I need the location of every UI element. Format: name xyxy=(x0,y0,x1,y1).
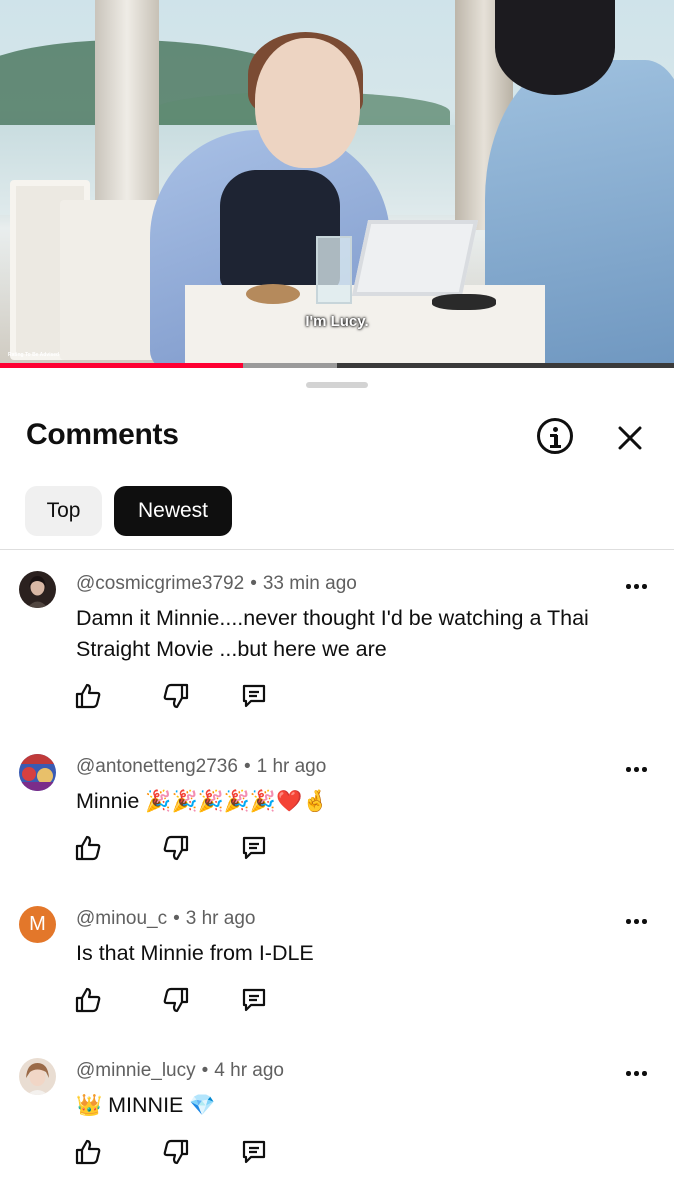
info-icon[interactable] xyxy=(537,418,573,454)
comment-emoji: 👑 xyxy=(76,1093,103,1117)
filter-newest-chip[interactable]: Newest xyxy=(114,486,232,536)
comments-sheet: Comments Top Newest @cosmicgrime3792 • 33 … xyxy=(0,368,674,1200)
reply-icon[interactable] xyxy=(240,682,268,710)
comment-author[interactable]: @cosmicgrime3792 xyxy=(76,573,244,594)
more-vert-icon[interactable] xyxy=(624,764,648,774)
divider xyxy=(0,549,674,550)
comment-author[interactable]: @minnie_lucy xyxy=(76,1060,196,1081)
more-vert-icon[interactable] xyxy=(624,1068,648,1078)
thumb-down-icon[interactable] xyxy=(162,1138,190,1166)
thumb-down-icon[interactable] xyxy=(162,986,190,1014)
avatar[interactable] xyxy=(19,1058,56,1095)
video-frame-man-head xyxy=(495,0,615,95)
comment-time: 1 hr ago xyxy=(256,756,327,777)
comment-time: 4 hr ago xyxy=(214,1060,285,1081)
sheet-title: Comments xyxy=(26,418,179,451)
video-subtitle: I'm Lucy. xyxy=(305,313,369,330)
comment-time: 33 min ago xyxy=(262,573,357,594)
comment-meta: @minnie_lucy • 4 hr ago xyxy=(76,1060,285,1081)
comment-text: 👑 MINNIE 💎 xyxy=(76,1090,636,1121)
more-vert-icon[interactable] xyxy=(624,916,648,926)
avatar[interactable] xyxy=(19,754,56,791)
comment-emoji: 🎉🎉🎉🎉🎉❤️🤞 xyxy=(145,789,329,813)
comment-author[interactable]: @minou_c xyxy=(76,908,167,929)
app-screen: I'm Lucy. Rating To Be Advised Comments … xyxy=(0,0,674,1200)
video-frame-sunglasses xyxy=(432,294,496,310)
comment-meta: @minou_c • 3 hr ago xyxy=(76,908,256,929)
thumb-up-icon[interactable] xyxy=(74,1138,102,1166)
drag-handle[interactable] xyxy=(306,382,368,388)
avatar[interactable] xyxy=(19,571,56,608)
reply-icon[interactable] xyxy=(240,986,268,1014)
comment-author[interactable]: @antonetteng2736 xyxy=(76,756,238,777)
comment-time: 3 hr ago xyxy=(185,908,256,929)
thumb-up-icon[interactable] xyxy=(74,834,102,862)
video-frame-basket xyxy=(246,284,300,304)
rating-label: Rating To Be Advised xyxy=(8,352,60,358)
more-vert-icon[interactable] xyxy=(624,581,648,591)
filter-top-chip[interactable]: Top xyxy=(25,486,102,536)
reply-icon[interactable] xyxy=(240,834,268,862)
close-icon[interactable] xyxy=(610,418,650,458)
comment-meta: @antonetteng2736 • 1 hr ago xyxy=(76,756,327,777)
video-frame-woman-face xyxy=(255,38,360,168)
comment-text-main: MINNIE xyxy=(108,1093,184,1117)
avatar-letter: M xyxy=(29,913,46,935)
comment-meta: @cosmicgrime3792 • 33 min ago xyxy=(76,573,357,594)
comment-text: Damn it Minnie....never thought I'd be w… xyxy=(76,606,589,661)
comment-text: Is that Minnie from I-DLE xyxy=(76,941,314,965)
comment-text: Minnie 🎉🎉🎉🎉🎉❤️🤞 xyxy=(76,786,636,817)
thumb-down-icon[interactable] xyxy=(162,682,190,710)
video-player[interactable]: I'm Lucy. Rating To Be Advised xyxy=(0,0,674,368)
video-frame-post xyxy=(95,0,159,205)
thumb-up-icon[interactable] xyxy=(74,682,102,710)
video-frame-glass xyxy=(316,236,352,304)
reply-icon[interactable] xyxy=(240,1138,268,1166)
comment-emoji: 💎 xyxy=(189,1093,216,1117)
video-frame-tablet xyxy=(351,220,479,296)
thumb-down-icon[interactable] xyxy=(162,834,190,862)
thumb-up-icon[interactable] xyxy=(74,986,102,1014)
comment-text-main: Minnie xyxy=(76,789,140,813)
avatar[interactable]: M xyxy=(19,906,56,943)
